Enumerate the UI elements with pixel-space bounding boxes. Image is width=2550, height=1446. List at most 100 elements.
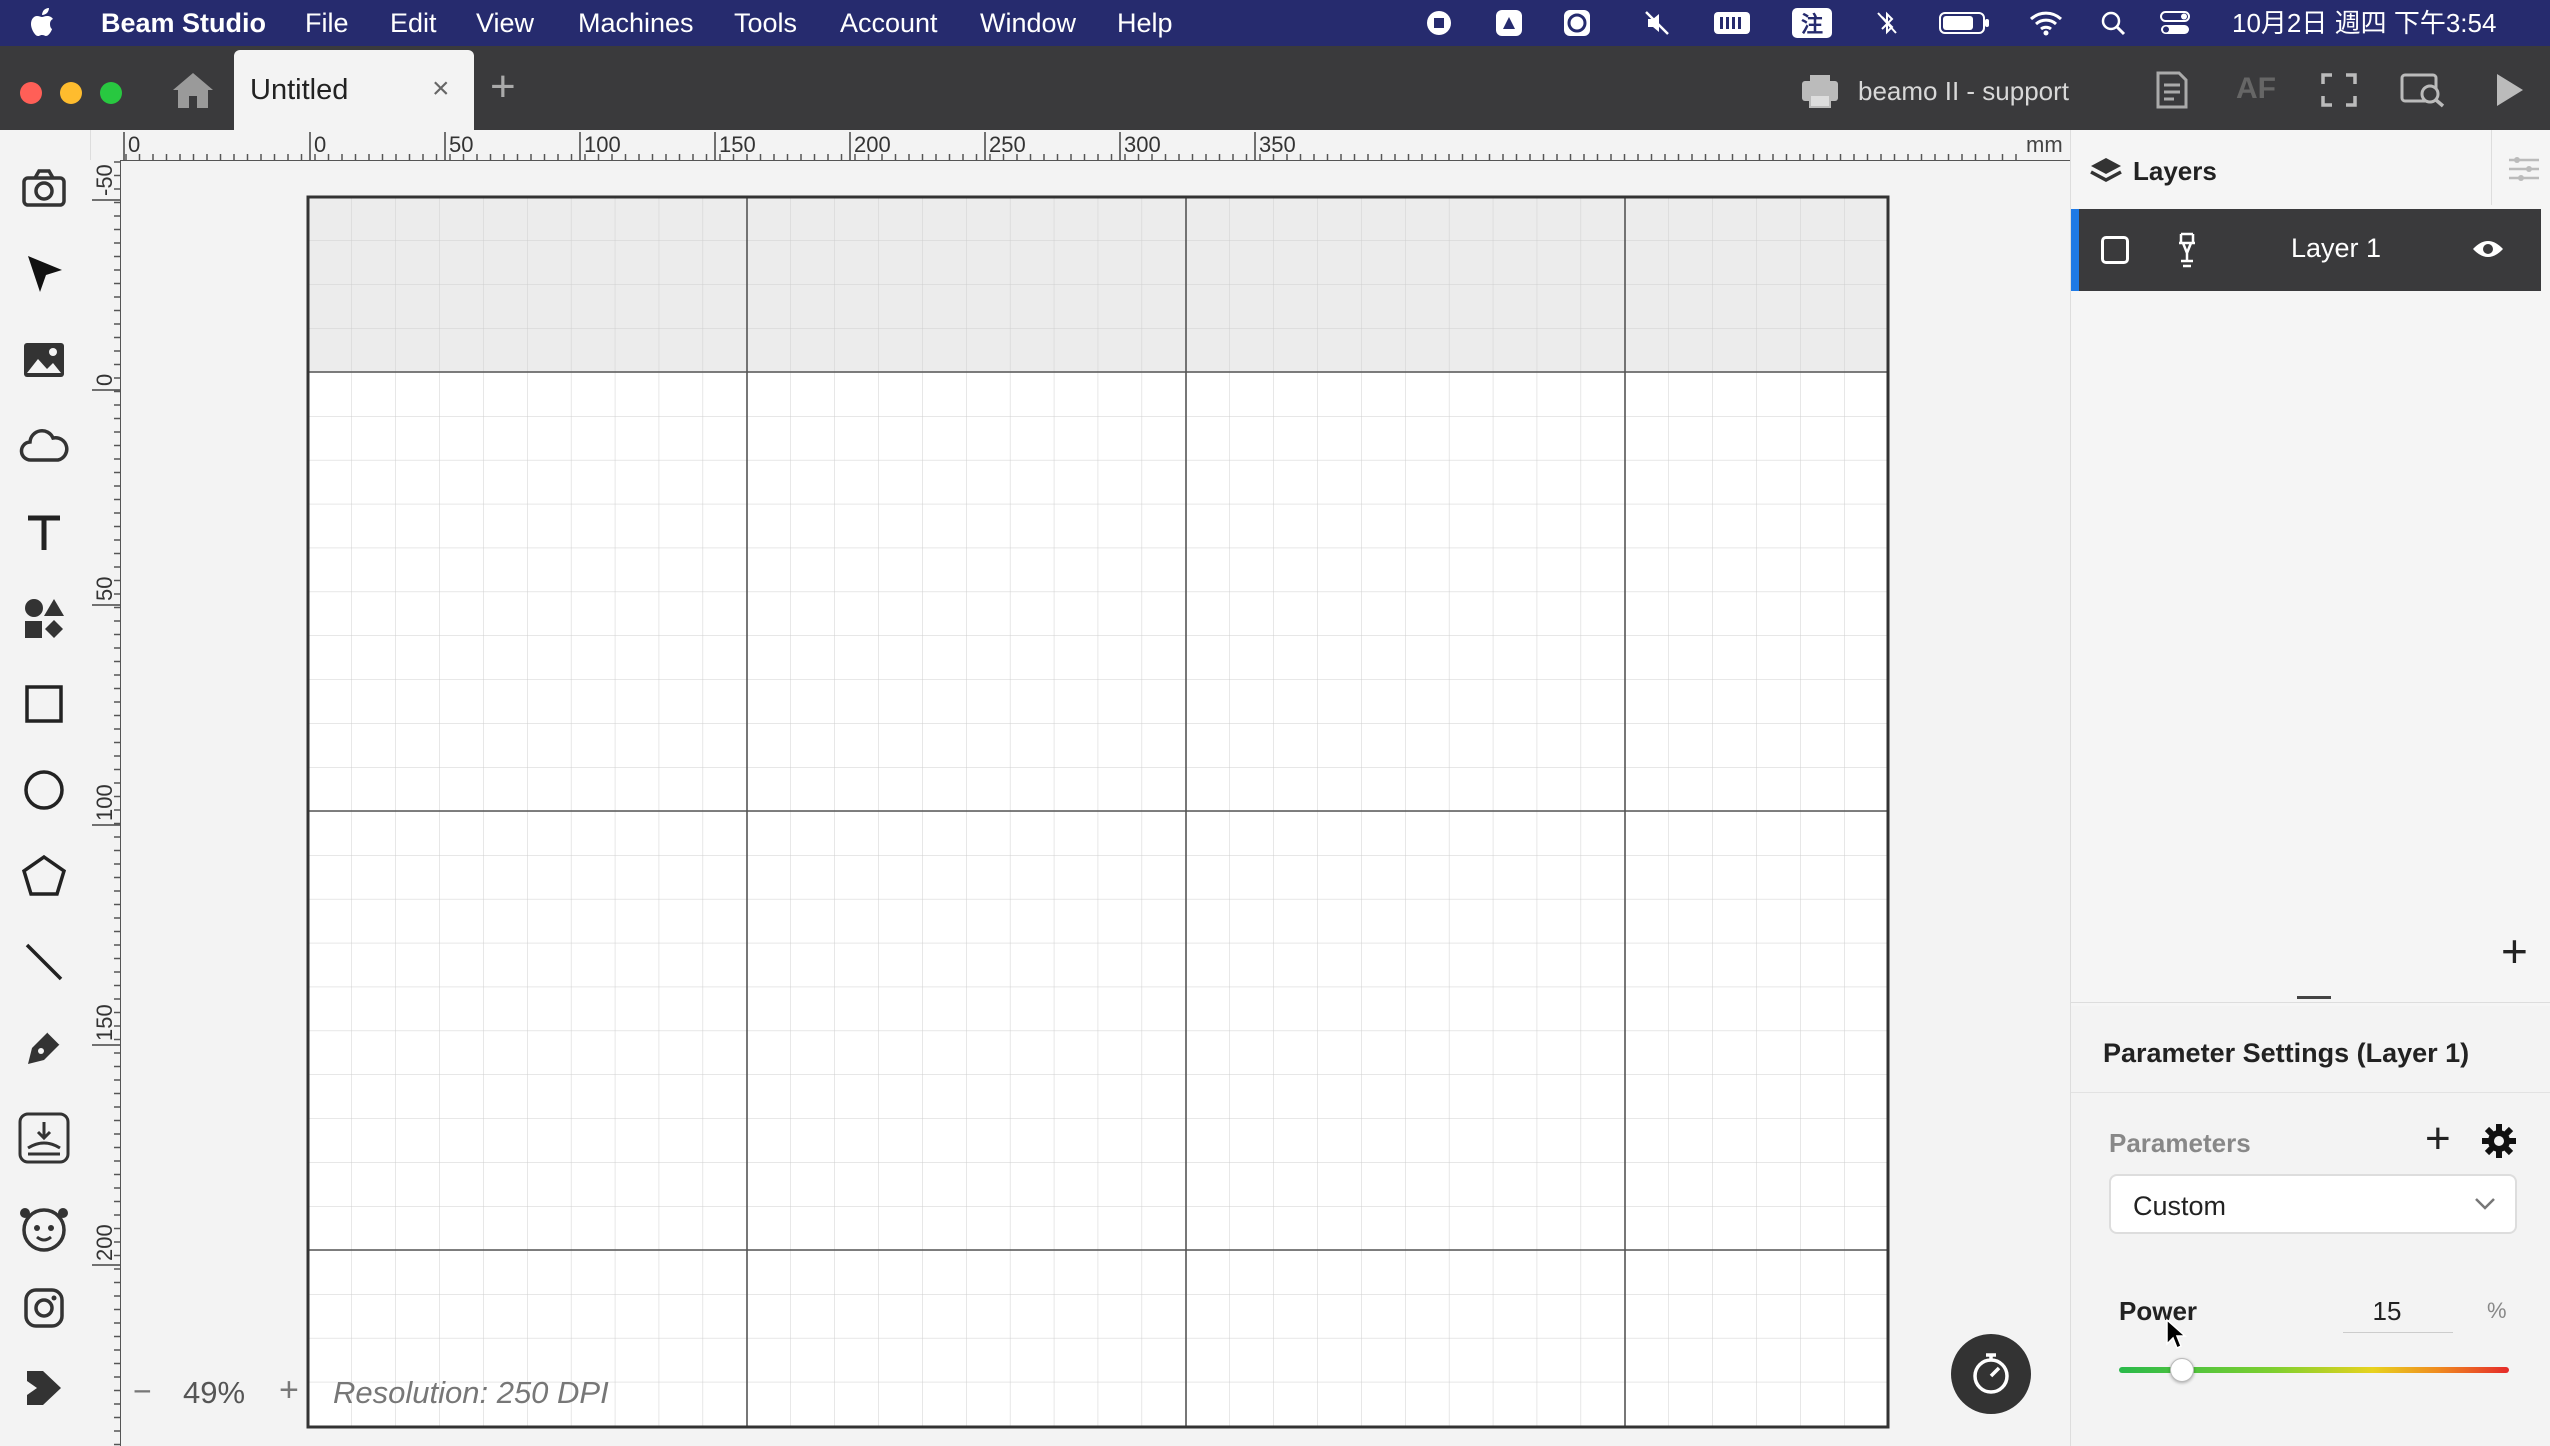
frame-icon[interactable]: [2320, 72, 2358, 113]
mute-icon[interactable]: [1642, 8, 1672, 38]
new-tab-icon[interactable]: +: [490, 62, 516, 112]
spotlight-search-icon[interactable]: [2098, 8, 2128, 38]
preset-value: Custom: [2133, 1191, 2227, 1221]
zoom-value[interactable]: 49%: [183, 1375, 245, 1411]
menu-view[interactable]: View: [476, 0, 534, 46]
vertical-ruler: -50 0 50 100 150 200: [90, 160, 121, 1446]
workarea-grid[interactable]: [121, 161, 2070, 1446]
select-arrow-icon[interactable]: [14, 244, 74, 304]
elements-icon[interactable]: [14, 588, 74, 648]
home-icon[interactable]: [170, 70, 218, 114]
input-method-icon[interactable]: 注: [1792, 8, 1832, 38]
device-name: beamo II - support: [1858, 76, 2069, 106]
battery-icon[interactable]: [1938, 8, 1992, 38]
clock-text[interactable]: 10月2日 週四 下午3:54: [2232, 0, 2496, 46]
menu-file[interactable]: File: [305, 0, 349, 46]
camera-icon[interactable]: [14, 158, 74, 218]
apple-icon[interactable]: [30, 0, 58, 46]
horizontal-ruler: 0 0 50 100 150 200 250 300 350 mm: [120, 130, 2070, 161]
zoom-out-button[interactable]: −: [133, 1373, 152, 1410]
ruler-label: 250: [989, 132, 1026, 157]
line-icon[interactable]: [14, 932, 74, 992]
ruler-label: 50: [449, 132, 473, 157]
bluetooth-off-icon[interactable]: [1872, 8, 1902, 38]
tab-title: Untitled: [250, 74, 349, 106]
menubar: Beam Studio File Edit View Machines Tool…: [0, 0, 2550, 46]
zoom-in-button[interactable]: +: [279, 1371, 299, 1410]
rectangle-icon[interactable]: [14, 674, 74, 734]
power-slider-thumb[interactable]: [2169, 1358, 2194, 1382]
layer-checkbox[interactable]: [2101, 236, 2129, 264]
ruler-label: 200: [92, 1224, 117, 1261]
canvas-area[interactable]: − 49% + Resolution: 250 DPI: [121, 161, 2070, 1446]
ruler-label: 0: [314, 132, 326, 157]
wifi-icon[interactable]: [2028, 8, 2064, 38]
resolution-label: Resolution: 250 DPI: [333, 1375, 609, 1410]
layer-row[interactable]: Layer 1: [2071, 209, 2541, 291]
ruler-label: 0: [128, 132, 140, 157]
menu-account[interactable]: Account: [840, 0, 938, 46]
record-icon[interactable]: [1424, 8, 1454, 38]
text-icon[interactable]: [14, 502, 74, 562]
autofocus-button[interactable]: AF: [2236, 72, 2276, 106]
cloud-icon[interactable]: [14, 416, 74, 476]
ruler-label: 100: [584, 132, 621, 157]
add-layer-button[interactable]: +: [2501, 924, 2528, 978]
ruler-label: 300: [1124, 132, 1161, 157]
design-market-icon[interactable]: [14, 1358, 74, 1418]
beamy-icon[interactable]: [14, 1198, 74, 1258]
ruler-label: 200: [854, 132, 891, 157]
ruler-label: 150: [92, 1004, 117, 1041]
document-settings-icon[interactable]: [2155, 70, 2189, 115]
panel-divider[interactable]: [2071, 990, 2550, 1003]
laser-module-icon[interactable]: [2173, 231, 2201, 274]
memory-icon[interactable]: [1712, 8, 1752, 38]
pen-icon[interactable]: [14, 1018, 74, 1078]
drive-icon[interactable]: [1494, 8, 1524, 38]
mouse-cursor-icon: [2165, 1318, 2189, 1357]
instagram-icon[interactable]: [14, 1278, 74, 1338]
layers-title: Layers: [2133, 156, 2217, 186]
chevron-down-icon: [2473, 1196, 2497, 1217]
minimize-window-button[interactable]: [60, 82, 82, 104]
ellipse-icon[interactable]: [14, 760, 74, 820]
menu-tools[interactable]: Tools: [734, 0, 797, 46]
ruler-label: 50: [92, 577, 117, 601]
control-center-icon[interactable]: [2158, 8, 2192, 38]
play-icon[interactable]: [2494, 72, 2526, 113]
layers-icon: [2089, 156, 2123, 193]
add-parameter-icon[interactable]: +: [2425, 1114, 2451, 1164]
power-value-input[interactable]: 15: [2357, 1296, 2417, 1327]
stopwatch-icon: [1973, 1353, 2009, 1394]
tab-close-icon[interactable]: ×: [432, 72, 450, 106]
gear-icon[interactable]: [2481, 1123, 2517, 1164]
ruler-label: 150: [719, 132, 756, 157]
image-icon[interactable]: [14, 330, 74, 390]
menu-help[interactable]: Help: [1117, 0, 1173, 46]
left-toolbar: [0, 130, 91, 1446]
ruler-label: 0: [92, 374, 117, 386]
preview-path-icon[interactable]: [2400, 72, 2446, 113]
menu-edit[interactable]: Edit: [390, 0, 437, 46]
aperture-icon[interactable]: [1562, 8, 1592, 38]
estimate-time-button[interactable]: [1951, 1334, 2031, 1414]
ruler-label: -50: [92, 164, 117, 196]
layer-name[interactable]: Layer 1: [2291, 233, 2381, 264]
tab-untitled[interactable]: Untitled ×: [234, 50, 474, 130]
device-selector[interactable]: beamo II - support: [1796, 70, 2086, 112]
menu-machines[interactable]: Machines: [578, 0, 694, 46]
close-window-button[interactable]: [20, 82, 42, 104]
power-slider[interactable]: [2119, 1356, 2509, 1386]
zoom-window-button[interactable]: [100, 82, 122, 104]
menu-window[interactable]: Window: [980, 0, 1076, 46]
app-name[interactable]: Beam Studio: [101, 0, 266, 46]
polygon-icon[interactable]: [14, 846, 74, 906]
divider-handle-icon: [2297, 996, 2331, 999]
ruler-unit-label: mm: [2026, 132, 2063, 157]
parameter-panel: Parameter Settings (Layer 1) Parameters …: [2071, 1006, 2550, 1446]
curve-engrave-icon[interactable]: [14, 1108, 74, 1168]
ruler-label: 350: [1259, 132, 1296, 157]
preset-select[interactable]: Custom: [2109, 1174, 2517, 1234]
layer-options-icon[interactable]: [2507, 154, 2541, 189]
eye-icon[interactable]: [2471, 237, 2505, 266]
